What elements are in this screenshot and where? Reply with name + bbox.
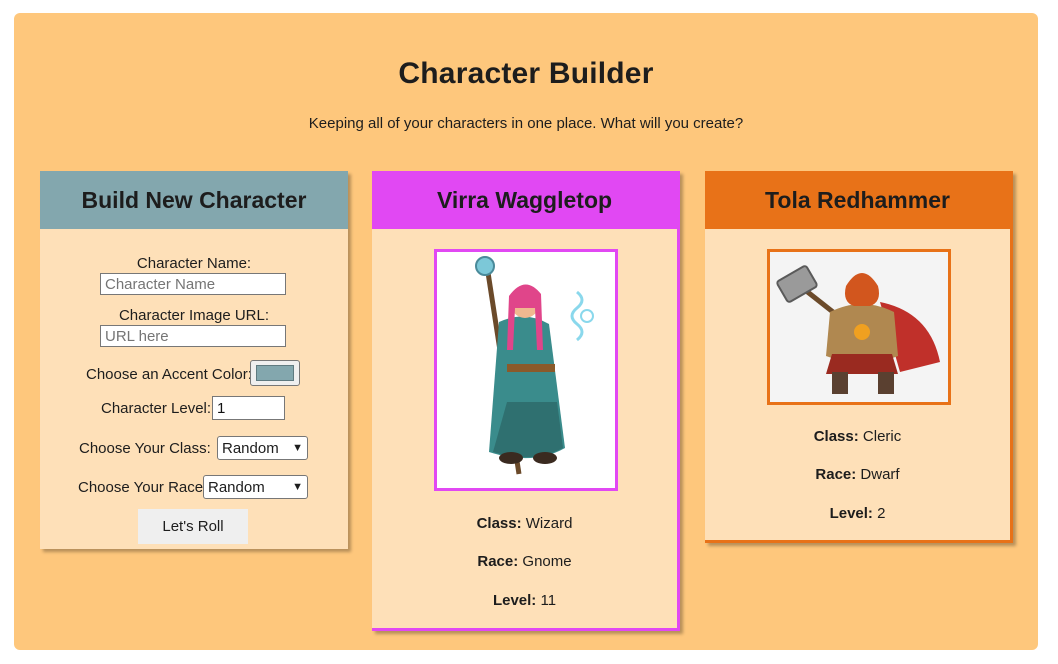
character-name-input[interactable] xyxy=(100,273,286,295)
image-url-input[interactable] xyxy=(100,325,286,347)
class-select[interactable]: Random ▼ xyxy=(217,436,308,460)
class-value: Wizard xyxy=(525,515,573,532)
image-url-label: Character Image URL: xyxy=(118,307,270,324)
race-value: Dwarf xyxy=(860,466,900,483)
class-select-value: Random xyxy=(222,439,279,457)
race-value: Gnome xyxy=(522,553,572,570)
race-stat: Race: Dwarf xyxy=(815,466,900,483)
page-subtitle: Keeping all of your characters in one pl… xyxy=(308,115,744,132)
character-portrait xyxy=(434,249,618,491)
wizard-gnome-portrait-icon xyxy=(475,256,594,475)
accent-color-picker[interactable] xyxy=(250,360,300,386)
build-card-heading: Build New Character xyxy=(40,171,348,229)
level-stat: Level: 2 xyxy=(829,505,886,522)
race-label: Choose Your Race: xyxy=(78,479,208,496)
character-name-heading: Virra Waggletop xyxy=(372,171,677,229)
character-name-heading: Tola Redhammer xyxy=(705,171,1010,229)
chevron-down-icon: ▼ xyxy=(292,442,303,454)
character-level-input[interactable] xyxy=(212,396,285,420)
level-label: Character Level: xyxy=(101,400,212,417)
level-stat: Level: 11 xyxy=(492,592,557,609)
character-card-virra: Virra Waggletop Class: Wizard Race: Gnom… xyxy=(372,171,680,631)
cleric-dwarf-portrait-icon xyxy=(776,265,940,394)
build-character-card: Build New Character Character Name: Char… xyxy=(40,171,348,549)
chevron-down-icon: ▼ xyxy=(292,481,303,493)
race-stat: Race: Gnome xyxy=(477,553,572,570)
lets-roll-button[interactable]: Let's Roll xyxy=(138,509,248,544)
level-value: 11 xyxy=(540,592,557,609)
race-select[interactable]: Random ▼ xyxy=(203,475,308,499)
class-stat: Class: Wizard xyxy=(476,515,573,532)
class-stat: Class: Cleric xyxy=(813,428,902,445)
accent-color-swatch xyxy=(256,365,294,381)
race-select-value: Random xyxy=(208,478,265,496)
level-value: 2 xyxy=(877,505,886,522)
character-portrait xyxy=(767,249,951,405)
name-label: Character Name: xyxy=(136,255,252,272)
character-card-tola: Tola Redhammer Class: Cleric Race: Dwarf… xyxy=(705,171,1013,543)
page-title: Character Builder xyxy=(398,57,654,90)
accent-color-label: Choose an Accent Color: xyxy=(86,366,252,383)
class-value: Cleric xyxy=(862,428,902,445)
class-label: Choose Your Class: xyxy=(79,440,211,457)
app-container: Character Builder Keeping all of your ch… xyxy=(14,13,1038,650)
